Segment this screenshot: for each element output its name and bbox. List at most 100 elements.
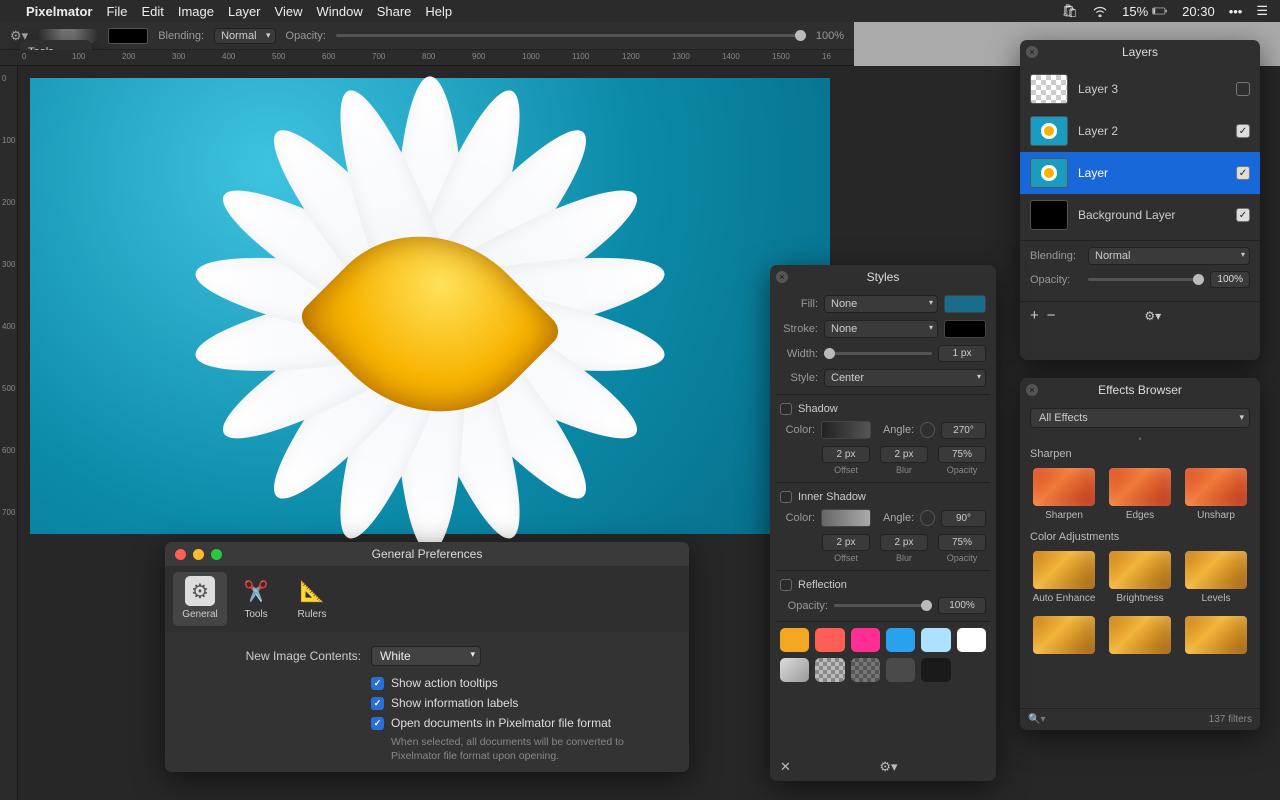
style-swatch[interactable]	[957, 628, 986, 652]
layer-opacity-slider[interactable]	[1088, 278, 1204, 281]
layer-row[interactable]: Background Layer✓	[1020, 194, 1260, 236]
layer-row[interactable]: Layer ✓	[1020, 152, 1260, 194]
layer-list: Layer 3Layer 2✓Layer✓Background Layer✓	[1020, 64, 1260, 240]
layer-row[interactable]: Layer 2✓	[1020, 110, 1260, 152]
styles-clear[interactable]: ✕	[780, 759, 791, 775]
stroke-style-select[interactable]: Center	[824, 369, 986, 387]
style-swatch[interactable]	[851, 658, 880, 682]
styles-title: Styles	[867, 270, 900, 284]
menu-file[interactable]: File	[106, 4, 127, 19]
effects-filter-select[interactable]: All Effects	[1030, 408, 1250, 428]
color-swatch[interactable]	[108, 28, 148, 44]
pref-close[interactable]	[175, 549, 186, 560]
inner-angle[interactable]: 90°	[941, 510, 986, 527]
check-info-labels[interactable]: ✓Show information labels	[371, 696, 663, 710]
effect-unsharp[interactable]: Unsharp	[1182, 468, 1250, 521]
layer-visibility[interactable]: ✓	[1236, 124, 1250, 138]
reflection-checkbox[interactable]	[780, 579, 792, 591]
style-swatch[interactable]	[815, 628, 844, 652]
menu-share[interactable]: Share	[377, 4, 412, 19]
effects-search[interactable]: 🔍▾	[1028, 714, 1045, 725]
wifi-icon[interactable]	[1092, 5, 1108, 17]
shadow-checkbox[interactable]	[780, 403, 792, 415]
menu-view[interactable]: View	[275, 4, 303, 19]
effects-section-color: Color Adjustments	[1020, 529, 1260, 547]
check-open-pxm[interactable]: ✓Open documents in Pixelmator file forma…	[371, 716, 663, 730]
stroke-select[interactable]: None	[824, 320, 938, 338]
style-swatch[interactable]	[921, 658, 950, 682]
shadow-angle[interactable]: 270°	[941, 422, 986, 439]
width-value[interactable]: 1 px	[938, 345, 986, 362]
layers-close[interactable]: ×	[1026, 46, 1038, 58]
shadow-opacity[interactable]: 75%	[938, 446, 986, 463]
menu-window[interactable]: Window	[316, 4, 362, 19]
layer-blending-select[interactable]: Normal	[1088, 247, 1250, 265]
inner-opacity[interactable]: 75%	[938, 534, 986, 551]
clock[interactable]: 20:30	[1182, 4, 1215, 19]
menu-help[interactable]: Help	[425, 4, 452, 19]
canvas[interactable]	[18, 66, 854, 574]
inner-color[interactable]	[821, 509, 871, 527]
effects-close[interactable]: ×	[1026, 384, 1038, 396]
check-tooltips[interactable]: ✓Show action tooltips	[371, 676, 663, 690]
menu-layer[interactable]: Layer	[228, 4, 261, 19]
inner-angle-dial[interactable]	[920, 510, 935, 526]
style-swatch[interactable]	[780, 658, 809, 682]
effect-brightness[interactable]: Brightness	[1106, 551, 1174, 604]
fill-swatch[interactable]	[944, 295, 986, 313]
fill-select[interactable]: None	[824, 295, 938, 313]
effect-auto-enhance[interactable]: Auto Enhance	[1030, 551, 1098, 604]
pref-tab-general[interactable]: ⚙General	[173, 572, 227, 626]
inner-offset[interactable]: 2 px	[822, 534, 870, 551]
effect-extra-1[interactable]	[1030, 616, 1098, 654]
layer-remove[interactable]: −	[1047, 307, 1056, 324]
shadow-angle-dial[interactable]	[920, 422, 935, 438]
style-swatch[interactable]	[886, 628, 915, 652]
style-swatch[interactable]	[851, 628, 880, 652]
menu-image[interactable]: Image	[178, 4, 214, 19]
style-swatch[interactable]	[886, 658, 915, 682]
effect-extra-3[interactable]	[1182, 616, 1250, 654]
stroke-swatch[interactable]	[944, 320, 986, 338]
styles-close[interactable]: ×	[776, 271, 788, 283]
pref-minimize[interactable]	[193, 549, 204, 560]
reflection-value[interactable]: 100%	[938, 597, 986, 614]
pref-tab-tools[interactable]: ✂️Tools	[229, 572, 283, 626]
menu-extra-icon[interactable]: 🛍	[1062, 3, 1079, 19]
opacity-slider[interactable]	[336, 34, 806, 37]
overflow-icon[interactable]: •••	[1229, 4, 1243, 19]
effect-levels[interactable]: Levels	[1182, 551, 1250, 604]
new-image-select[interactable]: White	[371, 646, 481, 666]
pref-zoom[interactable]	[211, 549, 222, 560]
styles-gear-icon[interactable]: ⚙▾	[879, 759, 897, 775]
effects-panel: ×Effects Browser All Effects • Sharpen S…	[1020, 378, 1260, 730]
shadow-offset[interactable]: 2 px	[822, 446, 870, 463]
effect-sharpen[interactable]: Sharpen	[1030, 468, 1098, 521]
inner-shadow-checkbox[interactable]	[780, 491, 792, 503]
style-swatch[interactable]	[780, 628, 809, 652]
layer-gear-icon[interactable]: ⚙▾	[1144, 309, 1161, 323]
shadow-label: Shadow	[798, 403, 838, 415]
inner-blur[interactable]: 2 px	[880, 534, 928, 551]
shadow-blur[interactable]: 2 px	[880, 446, 928, 463]
style-swatch[interactable]	[921, 628, 950, 652]
reflection-slider[interactable]	[834, 604, 932, 607]
layer-name: Layer	[1078, 166, 1226, 180]
effect-edges[interactable]: Edges	[1106, 468, 1174, 521]
menubar-app[interactable]: Pixelmator	[26, 4, 92, 19]
layer-row[interactable]: Layer 3	[1020, 68, 1260, 110]
list-icon[interactable]: ☰	[1256, 3, 1268, 19]
battery-status[interactable]: 15%	[1122, 4, 1168, 19]
layer-visibility[interactable]	[1236, 82, 1250, 96]
shadow-color[interactable]	[821, 421, 871, 439]
layer-visibility[interactable]: ✓	[1236, 208, 1250, 222]
preferences-titlebar[interactable]: General Preferences	[165, 542, 689, 566]
layer-add[interactable]: +	[1030, 307, 1039, 324]
menu-edit[interactable]: Edit	[141, 4, 163, 19]
style-swatch[interactable]	[815, 658, 844, 682]
effect-extra-2[interactable]	[1106, 616, 1174, 654]
layer-visibility[interactable]: ✓	[1236, 166, 1250, 180]
width-slider[interactable]	[824, 352, 932, 355]
blending-select[interactable]: Normal	[214, 28, 275, 44]
pref-tab-rulers[interactable]: 📐Rulers	[285, 572, 339, 626]
